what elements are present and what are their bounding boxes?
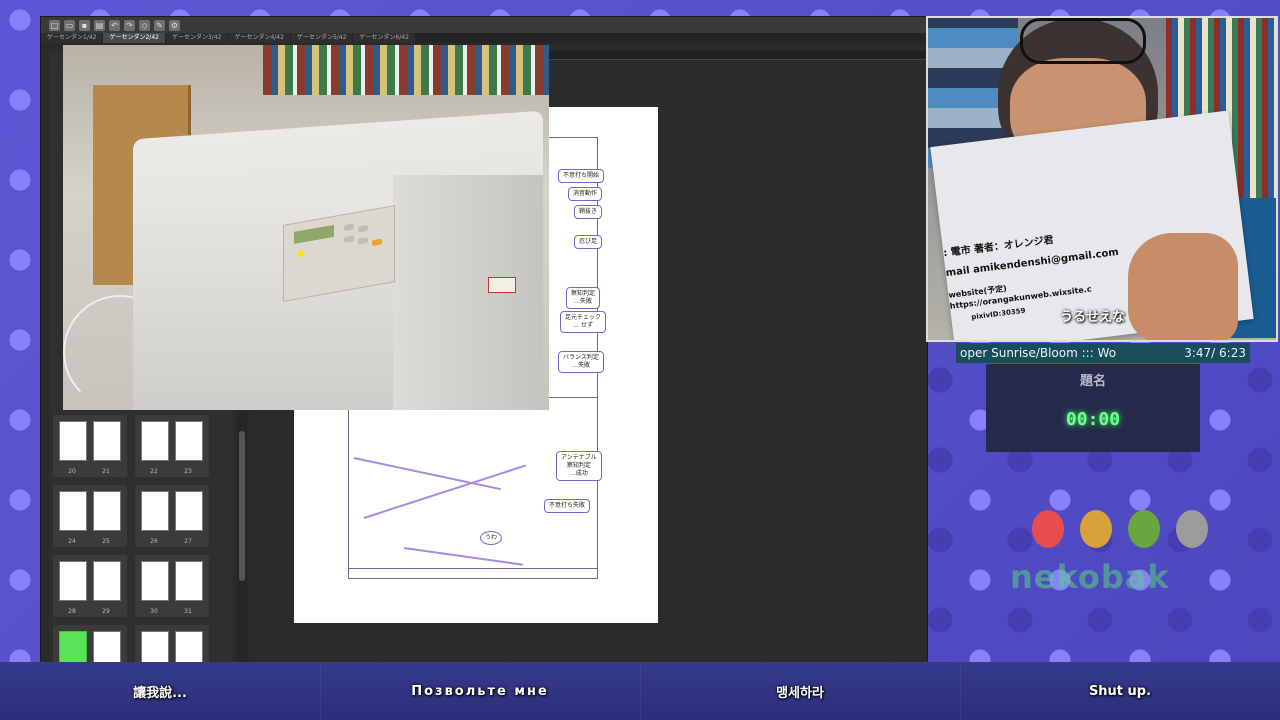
- paper-line: : 電市 著者：オレンジ君: [942, 234, 1055, 260]
- note-hakunuki: 鞘抜き: [574, 205, 603, 219]
- doc-tab-1[interactable]: ゲーセンダン1/42: [41, 33, 103, 43]
- page-thumbnail[interactable]: [175, 421, 203, 461]
- doc-tab-3[interactable]: ゲーセンダン3/42: [165, 33, 228, 43]
- page-thumbnail[interactable]: [141, 491, 169, 531]
- now-playing-title: oper Sunrise/Bloom ::: Wo: [960, 346, 1117, 360]
- page-spread-32-33[interactable]: [53, 625, 127, 663]
- channel-logo: nekobak: [1010, 500, 1250, 620]
- printer-photo: [63, 45, 549, 410]
- page-number: 20: [68, 468, 76, 475]
- subtitle-korean: 맹세하라: [640, 662, 961, 720]
- panel-frame: [348, 397, 598, 579]
- page-spread-22-23[interactable]: 22 23: [135, 415, 209, 477]
- page-spread-20-21[interactable]: 20 21: [53, 415, 127, 477]
- page-number: 28: [68, 608, 76, 615]
- page-number: 31: [184, 608, 192, 615]
- printer-button: [358, 224, 368, 233]
- page-spread-26-27[interactable]: 26 27: [135, 485, 209, 547]
- new-file-icon[interactable]: □: [49, 19, 60, 31]
- doc-tab-2[interactable]: ゲーセンダン2/42: [103, 33, 165, 43]
- page-number: 29: [102, 608, 110, 615]
- save-icon[interactable]: ▪: [79, 19, 90, 31]
- page-thumbnail[interactable]: [93, 421, 121, 461]
- timer-value: 00:00: [1065, 409, 1121, 430]
- now-playing-time: 3:47/ 6:23: [1184, 346, 1246, 360]
- page-thumbnail[interactable]: [175, 491, 203, 531]
- printer-label: [488, 277, 516, 293]
- page-number: 27: [184, 538, 192, 545]
- page-number: 26: [150, 538, 158, 545]
- mascot-red-icon: [1032, 510, 1064, 548]
- note-sacchi-fail: 察知判定 …失敗: [566, 287, 601, 309]
- subtitle-russian: Позвольте мне: [320, 662, 641, 720]
- page-thumbnail[interactable]: [175, 561, 203, 601]
- pen-icon[interactable]: ✎: [154, 19, 165, 31]
- note-fuiuchi-start: 不意打ち開始: [558, 169, 605, 183]
- page-thumbnail[interactable]: [93, 561, 121, 601]
- person-hand: [1128, 233, 1238, 340]
- settings-icon[interactable]: ⚙: [169, 19, 180, 31]
- page-number: 24: [68, 538, 76, 545]
- document-tabbar: ゲーセンダン1/42 ゲーセンダン2/42 ゲーセンダン3/42 ゲーセンダン4…: [41, 33, 927, 43]
- printer-button: [358, 236, 368, 245]
- doc-tab-6[interactable]: ゲーセンダン6/42: [353, 33, 415, 43]
- glasses-icon: [1020, 18, 1146, 64]
- mascot-green-icon: [1128, 510, 1160, 548]
- print-icon[interactable]: ▤: [94, 19, 105, 31]
- app-toolbar: □ ▭ ▪ ▤ ↶ ↷ ◇ ✎ ⚙: [41, 17, 927, 33]
- page-thumbnail-selected[interactable]: [59, 631, 87, 663]
- webcam-caption: うるせえな: [1060, 310, 1126, 325]
- doc-tab-4[interactable]: ゲーセンダン4/42: [228, 33, 290, 43]
- page-spread-28-29[interactable]: 28 29: [53, 555, 127, 617]
- page-thumbnail[interactable]: [93, 491, 121, 531]
- mascot-gray-icon: [1176, 510, 1208, 548]
- page-thumbnail[interactable]: [59, 491, 87, 531]
- printer-button: [344, 235, 354, 244]
- page-thumbnail[interactable]: [141, 631, 169, 663]
- page-number: 23: [184, 468, 192, 475]
- note-shouon: 消音動作: [568, 187, 603, 201]
- page-spread-24-25[interactable]: 24 25: [53, 485, 127, 547]
- page-spread-30-31[interactable]: 30 31: [135, 555, 209, 617]
- webcam-feed: : 電市 著者：オレンジ君 mail amikendenshi@gmail.co…: [926, 16, 1278, 342]
- mascot-orange-icon: [1080, 510, 1112, 548]
- subtitle-bar: 讓我說... Позвольте мне 맹세하라 Shut up.: [0, 662, 1280, 720]
- page-number: 21: [102, 468, 110, 475]
- page-number: 22: [150, 468, 158, 475]
- doc-tab-5[interactable]: ゲーセンダン5/42: [290, 33, 353, 43]
- subtitle-chinese: 讓我說...: [0, 662, 321, 720]
- logo-text: nekobak: [1010, 558, 1170, 596]
- printer-button: [344, 223, 354, 232]
- printer-lcd: [294, 224, 334, 244]
- open-file-icon[interactable]: ▭: [64, 19, 75, 31]
- printer-led: [298, 250, 304, 258]
- page-number: 25: [102, 538, 110, 545]
- note-fuiuchi-fail: 不意打ち失敗: [544, 499, 591, 513]
- page-thumbnail[interactable]: [59, 421, 87, 461]
- transform-icon[interactable]: ◇: [139, 19, 150, 31]
- page-thumbnail[interactable]: [59, 561, 87, 601]
- printer-button: [372, 238, 382, 247]
- timer-heading: 題名: [1079, 374, 1106, 389]
- printer-side-image: [393, 175, 543, 410]
- timer-panel: 題名 00:00: [986, 364, 1200, 452]
- subtitle-english: Shut up.: [960, 662, 1280, 720]
- note-shinobiashi: 忍び足: [574, 235, 603, 249]
- redo-icon[interactable]: ↷: [124, 19, 135, 31]
- note-balance: バランス判定 …失敗: [558, 351, 604, 373]
- page-spread-34-35[interactable]: [135, 625, 209, 663]
- paper-line: pixivID:30359: [970, 306, 1026, 322]
- note-antenna: アンテナブル 察知判定 …成功: [556, 451, 602, 481]
- page-thumbnail[interactable]: [141, 421, 169, 461]
- undo-icon[interactable]: ↶: [109, 19, 120, 31]
- page-thumbnail[interactable]: [175, 631, 203, 663]
- speech-bubble: うわ: [480, 531, 503, 545]
- now-playing-bar: oper Sunrise/Bloom ::: Wo 3:47/ 6:23: [956, 343, 1250, 363]
- page-thumbnail[interactable]: [141, 561, 169, 601]
- page-number: 30: [150, 608, 158, 615]
- note-ashimoto: 足元チェック … せず: [560, 311, 607, 333]
- scrollbar-thumb[interactable]: [239, 431, 245, 581]
- page-thumbnail[interactable]: [93, 631, 121, 663]
- bookshelf-image: [263, 45, 549, 95]
